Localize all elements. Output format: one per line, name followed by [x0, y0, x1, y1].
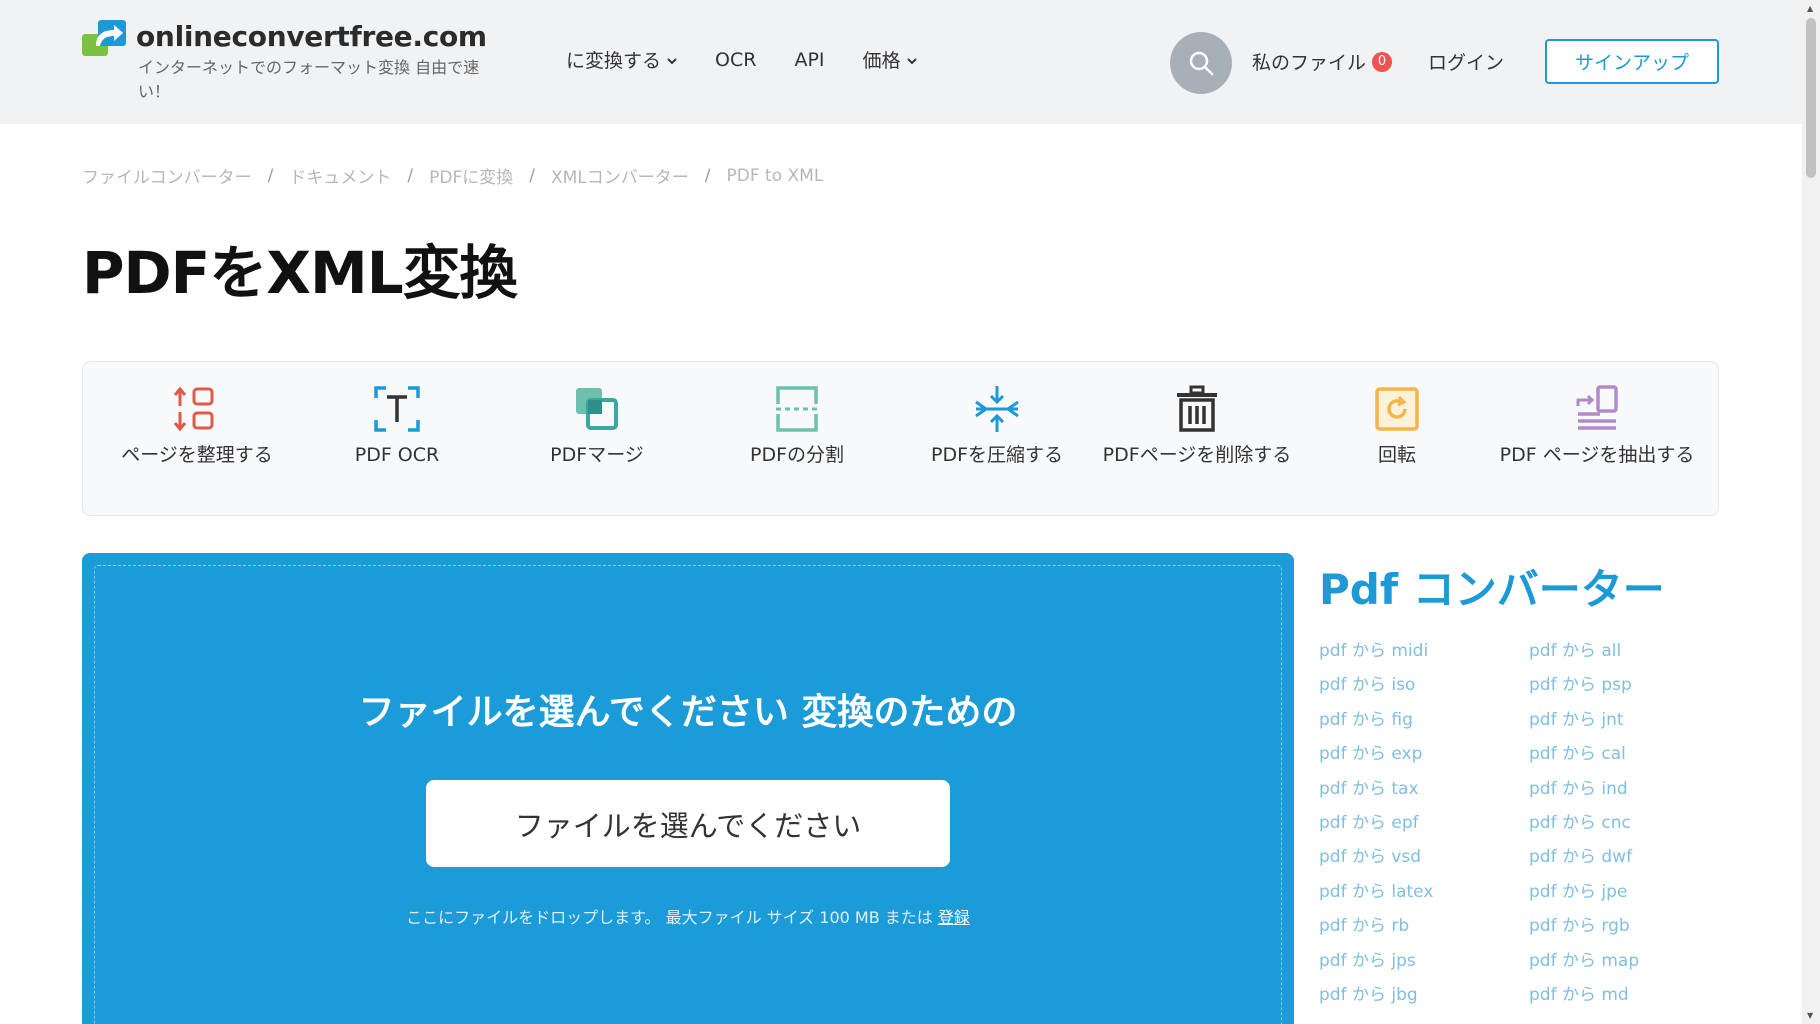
nav-label: OCR	[715, 48, 757, 71]
tool-organize-pages[interactable]: ページを整理する	[97, 384, 297, 467]
rotate-icon	[1372, 384, 1422, 434]
converter-link[interactable]: pdf から jnt	[1529, 705, 1639, 739]
chevron-down-icon	[906, 54, 917, 68]
pdf-tools-bar: ページを整理する PDF OCR PDFマージ PDFの分割 PDFを圧縮する …	[82, 361, 1719, 516]
tool-label: PDFの分割	[749, 444, 845, 466]
tool-label: PDFを圧縮する	[930, 444, 1064, 466]
tool-pdf-merge[interactable]: PDFマージ	[497, 384, 697, 467]
breadcrumb-separator: /	[407, 165, 414, 186]
converter-link[interactable]: pdf から cnc	[1529, 808, 1639, 842]
tool-pdf-ocr[interactable]: PDF OCR	[297, 384, 497, 467]
upload-dropzone[interactable]: ファイルを選んでください 変換のための ファイルを選んでください ここにファイル…	[82, 553, 1294, 1024]
converter-link[interactable]: pdf から dwf	[1529, 842, 1639, 876]
nav-pricing[interactable]: 価格	[863, 46, 917, 73]
logo-tagline: インターネットでのフォーマット変換 自由で速い！	[138, 58, 480, 101]
tool-rotate[interactable]: 回転	[1297, 384, 1497, 467]
converter-list-col2: pdf から all pdf から psp pdf から jnt pdf から …	[1529, 636, 1639, 1014]
nav-ocr[interactable]: OCR	[715, 46, 756, 73]
nav-label: 価格	[862, 50, 901, 72]
logo-icon	[82, 20, 128, 58]
scrollbar-thumb[interactable]	[1806, 18, 1816, 178]
tool-label: ページを整理する	[121, 444, 273, 466]
breadcrumb-separator: /	[704, 165, 711, 186]
converter-link[interactable]: pdf から md	[1529, 980, 1639, 1014]
chevron-down-icon	[667, 54, 677, 68]
extract-pages-icon	[1572, 384, 1622, 434]
converter-link[interactable]: pdf から jps	[1319, 946, 1433, 980]
converter-link[interactable]: pdf から rgb	[1529, 911, 1639, 945]
ocr-icon	[372, 384, 422, 434]
breadcrumb-separator: /	[529, 165, 535, 186]
page-title: PDFをXML変換	[82, 239, 518, 307]
breadcrumb-item[interactable]: PDFに変換	[429, 163, 513, 188]
converter-link[interactable]: pdf から epf	[1319, 808, 1433, 842]
nav-convert-to[interactable]: に変換する	[566, 46, 677, 73]
scroll-down-arrow-icon[interactable]: ▼	[1807, 1011, 1813, 1020]
nav-label: API	[794, 48, 825, 71]
logo-name: onlineconvertfree.com	[136, 20, 487, 53]
converter-link[interactable]: pdf から vsd	[1319, 842, 1433, 876]
converter-link[interactable]: pdf から midi	[1319, 636, 1433, 670]
converter-link[interactable]: pdf から rb	[1319, 911, 1433, 945]
tool-label: PDFマージ	[550, 444, 644, 466]
nav-label: に変換する	[566, 50, 662, 72]
search-icon	[1189, 51, 1214, 76]
choose-file-button[interactable]: ファイルを選んでください	[426, 780, 950, 867]
converter-link[interactable]: pdf から latex	[1319, 877, 1433, 911]
tool-label: PDF OCR	[354, 444, 440, 466]
merge-icon	[572, 384, 622, 434]
page-scrollbar[interactable]: ▲ ▼	[1802, 0, 1820, 1024]
converter-link[interactable]: pdf から jbg	[1319, 980, 1433, 1014]
breadcrumb-item[interactable]: XMLコンバーター	[551, 163, 689, 188]
compress-icon	[972, 384, 1022, 434]
converter-link[interactable]: pdf から iso	[1319, 670, 1433, 704]
upload-note: ここにファイルをドロップします。 最大ファイル サイズ 100 MB または 登…	[82, 904, 1294, 928]
register-link[interactable]: 登録	[938, 908, 970, 927]
converter-list-col1: pdf から midi pdf から iso pdf から fig pdf から…	[1319, 636, 1433, 1014]
breadcrumb-item[interactable]: ファイルコンバーター	[82, 163, 252, 188]
tool-pdf-delete-pages[interactable]: PDFページを削除する	[1097, 384, 1297, 467]
tool-pdf-compress[interactable]: PDFを圧縮する	[897, 384, 1097, 467]
main-nav: に変換する OCR API 価格	[566, 46, 917, 73]
sidebar-title: Pdf コンバーター	[1319, 565, 1665, 614]
my-files-link[interactable]: 私のファイル 0	[1252, 48, 1393, 75]
nav-api[interactable]: API	[794, 46, 824, 73]
converter-link[interactable]: pdf から jpe	[1529, 877, 1639, 911]
tool-label: PDF ページを抽出する	[1499, 444, 1695, 466]
upload-note-text: ここにファイルをドロップします。 最大ファイル サイズ 100 MB または	[406, 908, 933, 927]
converter-link[interactable]: pdf から tax	[1319, 774, 1433, 808]
site-header: onlineconvertfree.com インターネットでのフォーマット変換 …	[0, 0, 1802, 124]
upload-title: ファイルを選んでください 変換のための	[358, 692, 1018, 733]
tool-label: PDFページを削除する	[1102, 444, 1292, 466]
split-icon	[772, 384, 822, 434]
site-logo[interactable]: onlineconvertfree.com インターネットでのフォーマット変換 …	[82, 20, 487, 101]
trash-icon	[1172, 384, 1222, 434]
converter-link[interactable]: pdf から all	[1529, 636, 1639, 670]
converter-link[interactable]: pdf から ind	[1529, 774, 1639, 808]
file-count-badge: 0	[1372, 51, 1393, 72]
scroll-up-arrow-icon[interactable]: ▲	[1807, 4, 1813, 13]
signup-button[interactable]: サインアップ	[1545, 39, 1719, 84]
breadcrumb-item[interactable]: ドキュメント	[289, 163, 391, 188]
organize-pages-icon	[172, 384, 222, 434]
tool-pdf-split[interactable]: PDFの分割	[697, 384, 897, 467]
login-link[interactable]: ログイン	[1428, 48, 1504, 75]
converter-link[interactable]: pdf から cal	[1529, 739, 1639, 773]
search-button[interactable]	[1170, 32, 1232, 94]
breadcrumb-current: PDF to XML	[726, 165, 824, 186]
converter-link[interactable]: pdf から fig	[1319, 705, 1433, 739]
breadcrumb: ファイルコンバーター / ドキュメント / PDFに変換 / XMLコンバーター…	[82, 163, 824, 189]
converter-link[interactable]: pdf から psp	[1529, 670, 1639, 704]
tool-extract-pages[interactable]: PDF ページを抽出する	[1497, 384, 1697, 467]
converter-link[interactable]: pdf から exp	[1319, 739, 1433, 773]
breadcrumb-separator: /	[267, 165, 274, 186]
converter-link[interactable]: pdf から map	[1529, 946, 1639, 980]
tool-label: 回転	[1377, 444, 1416, 466]
my-files-label: 私のファイル	[1252, 52, 1367, 74]
